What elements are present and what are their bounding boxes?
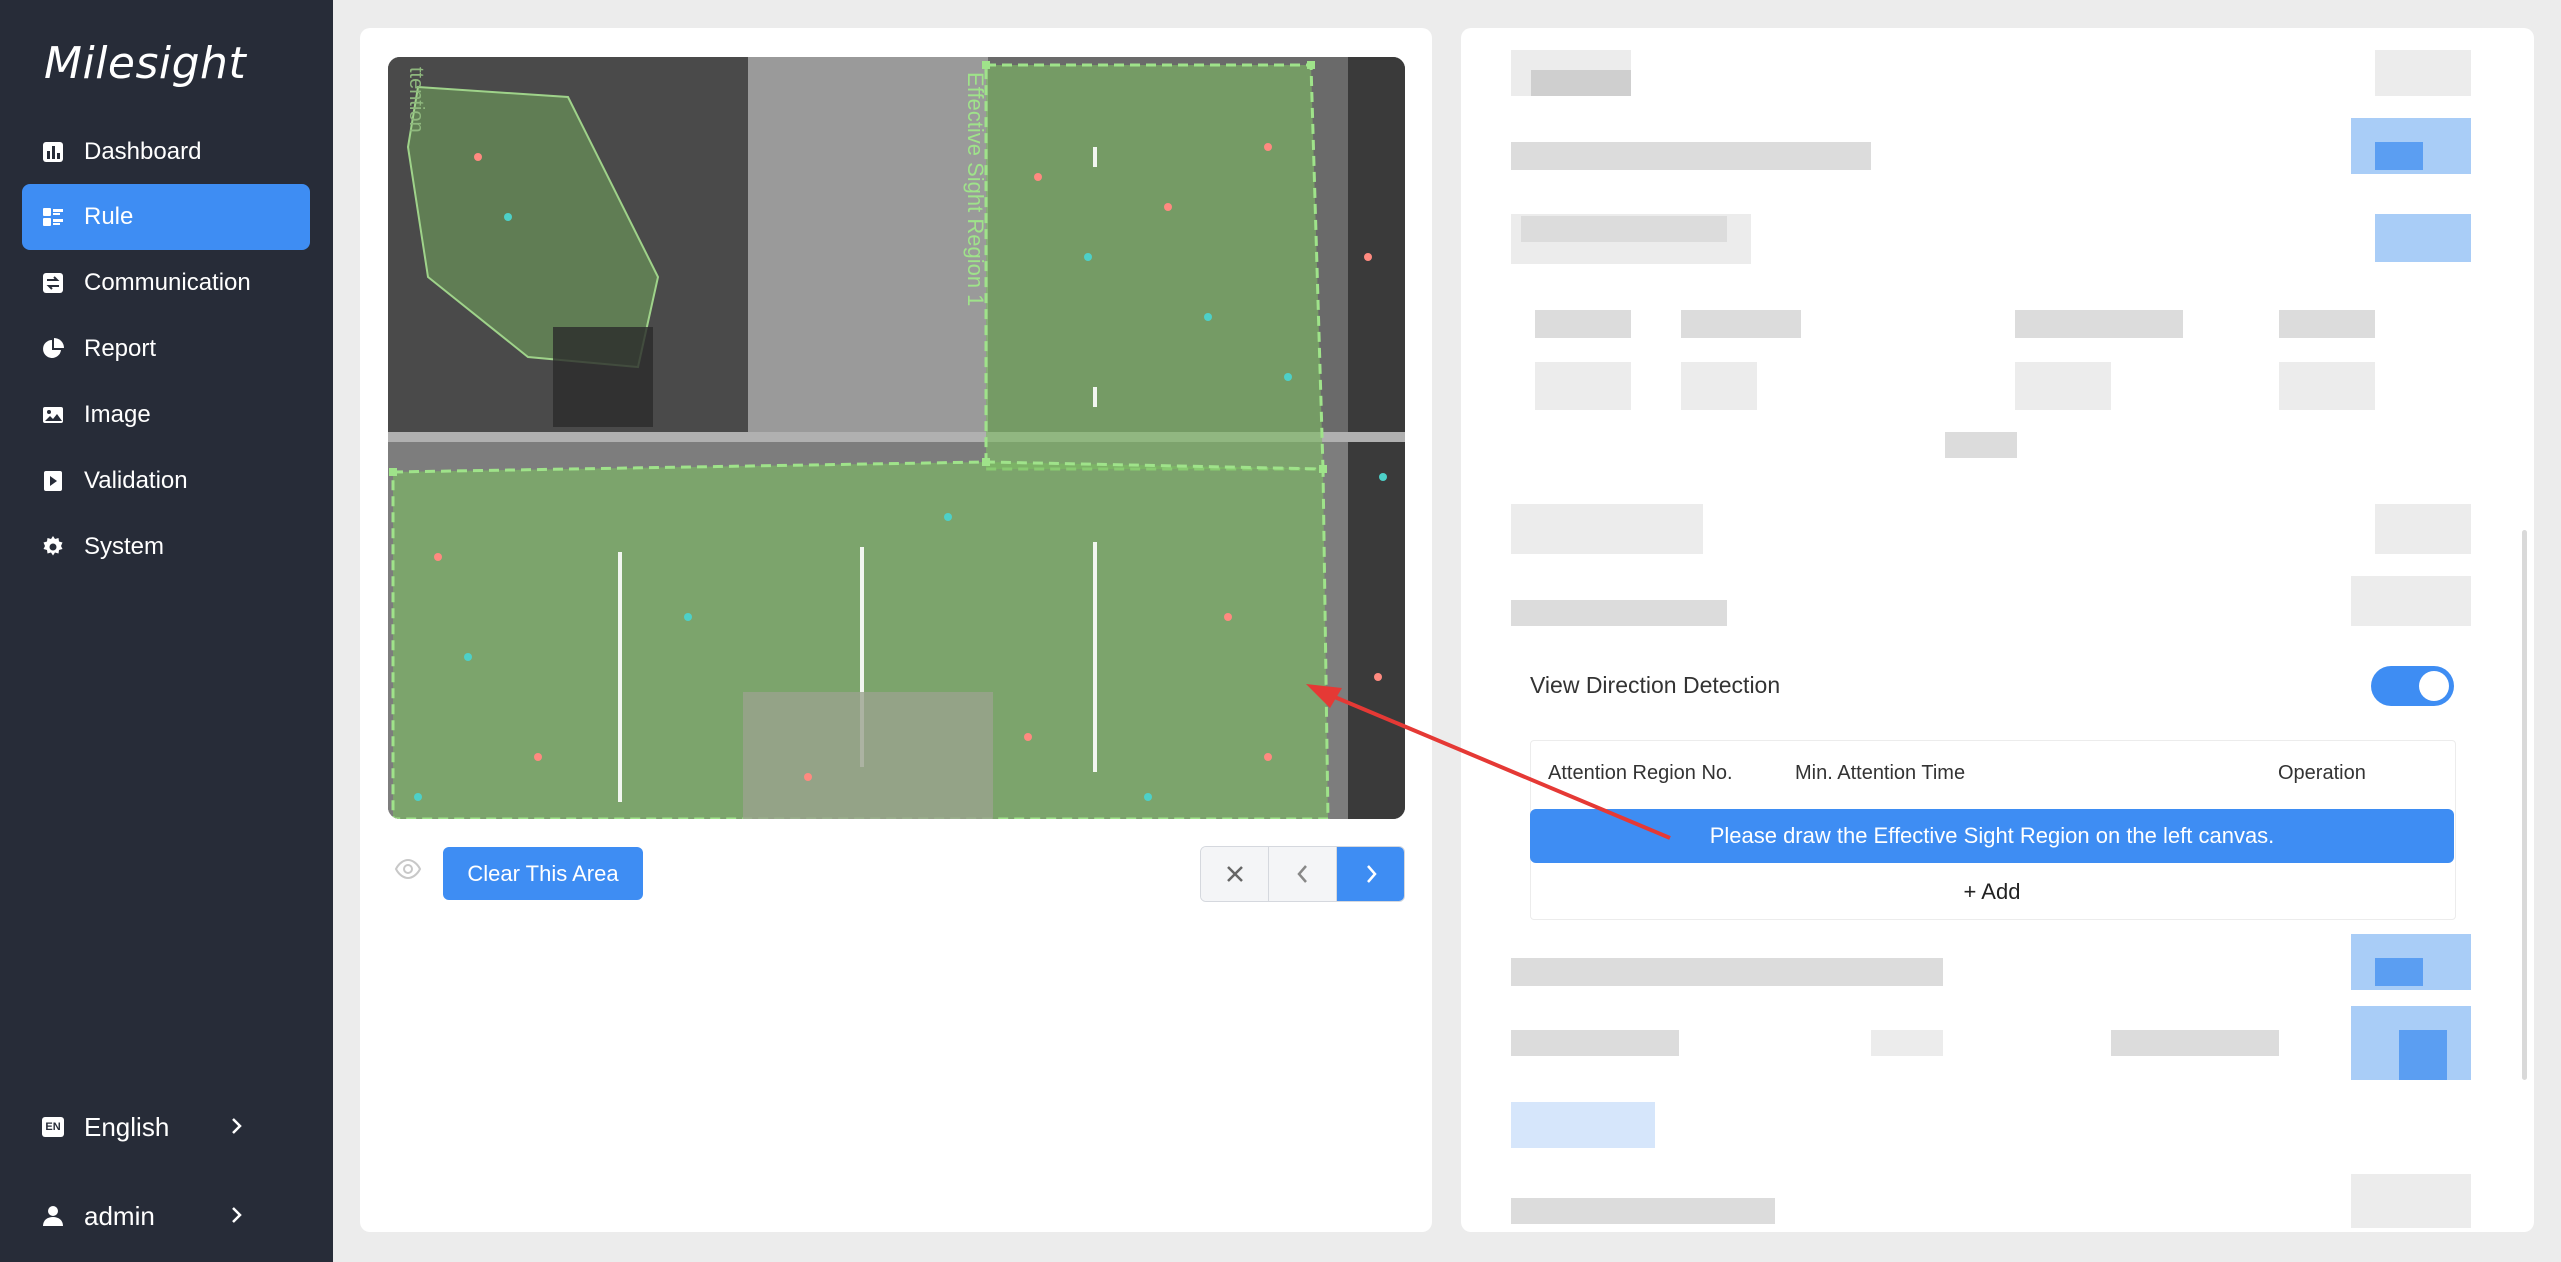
blurred-toggle (2375, 958, 2423, 986)
sidebar: Milesight Dashboard Rule Communication R… (0, 0, 333, 1262)
exchange-icon (40, 270, 66, 296)
blurred-content (2351, 1174, 2471, 1228)
chevron-right-icon (1366, 865, 1377, 883)
sidebar-item-report[interactable]: Report (22, 316, 310, 382)
blurred-content (1511, 1102, 1655, 1148)
pie-chart-icon (40, 336, 66, 362)
blurred-content (1511, 1198, 1775, 1224)
chevron-right-icon (232, 1207, 242, 1223)
draw-region-message: Please draw the Effective Sight Region o… (1530, 809, 2454, 863)
blurred-content (1521, 216, 1727, 242)
next-button[interactable] (1337, 847, 1404, 901)
chevron-right-icon (232, 1118, 242, 1134)
sidebar-item-image[interactable]: Image (22, 382, 310, 448)
sidebar-item-label: Report (84, 335, 157, 362)
column-header: Min. Attention Time (1795, 762, 1966, 784)
blurred-content (2015, 362, 2111, 410)
sidebar-item-system[interactable]: System (22, 514, 310, 580)
blurred-content (1871, 1030, 1943, 1056)
column-header: Operation (2278, 762, 2366, 784)
close-icon (1226, 866, 1243, 882)
add-attention-region-button[interactable]: + Add (1530, 870, 2454, 914)
sidebar-item-label: Dashboard (84, 138, 202, 165)
sidebar-item-label: Image (84, 401, 151, 428)
user-label: admin (84, 1200, 155, 1231)
view-direction-toggle[interactable] (2371, 666, 2454, 706)
previous-button[interactable] (1269, 847, 1337, 901)
region-label: Effective Sight Region 1 (963, 72, 988, 306)
blurred-content (1945, 432, 2017, 458)
milesight-logo: Milesight (44, 38, 247, 89)
language-label: English (84, 1111, 170, 1142)
clear-area-button[interactable]: Clear This Area (443, 847, 643, 900)
blurred-content (1681, 310, 1801, 338)
blurred-content (1681, 362, 1757, 410)
blurred-content (2279, 310, 2375, 338)
toggle-knob (2419, 671, 2449, 701)
gear-icon (40, 534, 66, 560)
blurred-content (2375, 504, 2471, 554)
user-icon (40, 1203, 66, 1229)
blurred-content (2351, 576, 2471, 626)
language-selector[interactable]: EN English (22, 1097, 310, 1157)
sidebar-item-communication[interactable]: Communication (22, 250, 310, 316)
view-direction-label: View Direction Detection (1530, 672, 1781, 698)
region-label: ttention (405, 67, 427, 133)
user-menu[interactable]: admin (22, 1186, 310, 1246)
blurred-content (2111, 1030, 2279, 1056)
settings-scrollbar[interactable] (2522, 530, 2527, 1080)
blurred-toggle (2375, 214, 2471, 262)
rule-icon (40, 204, 66, 230)
chevron-left-icon (1296, 865, 1307, 883)
sidebar-item-label: Communication (84, 269, 251, 296)
sidebar-item-label: System (84, 533, 165, 560)
blurred-content (1511, 142, 1871, 170)
sidebar-item-validation[interactable]: Validation (22, 448, 310, 514)
canvas-nav-group (1200, 846, 1405, 902)
image-icon (40, 402, 66, 428)
drawing-canvas[interactable]: Effective Sight Region 1 ttention (388, 57, 1405, 819)
sidebar-item-label: Validation (84, 467, 188, 494)
bar-chart-icon (40, 139, 66, 165)
sidebar-item-dashboard[interactable]: Dashboard (22, 119, 310, 185)
column-header: Attention Region No. (1548, 762, 1733, 784)
validation-icon (40, 468, 66, 494)
blurred-content (1511, 504, 1703, 554)
language-icon: EN (40, 1114, 66, 1140)
blurred-content (1511, 600, 1727, 626)
blurred-content (1535, 310, 1631, 338)
blurred-toggle (2375, 142, 2423, 170)
eye-icon[interactable] (394, 855, 422, 883)
sidebar-item-label: Rule (84, 203, 134, 230)
blurred-content (2375, 50, 2471, 96)
blurred-content (1511, 958, 1943, 986)
blurred-content (1531, 70, 1631, 96)
blurred-content (1535, 362, 1631, 410)
sidebar-item-rule[interactable]: Rule (22, 184, 310, 250)
effective-sight-region (984, 63, 1325, 471)
blurred-content (2015, 310, 2183, 338)
camera-view: Effective Sight Region 1 ttention (388, 57, 1405, 819)
blurred-content (1511, 1030, 1679, 1056)
close-button[interactable] (1201, 847, 1269, 901)
blurred-content (2279, 362, 2375, 410)
blurred-toggle (2399, 1030, 2447, 1080)
